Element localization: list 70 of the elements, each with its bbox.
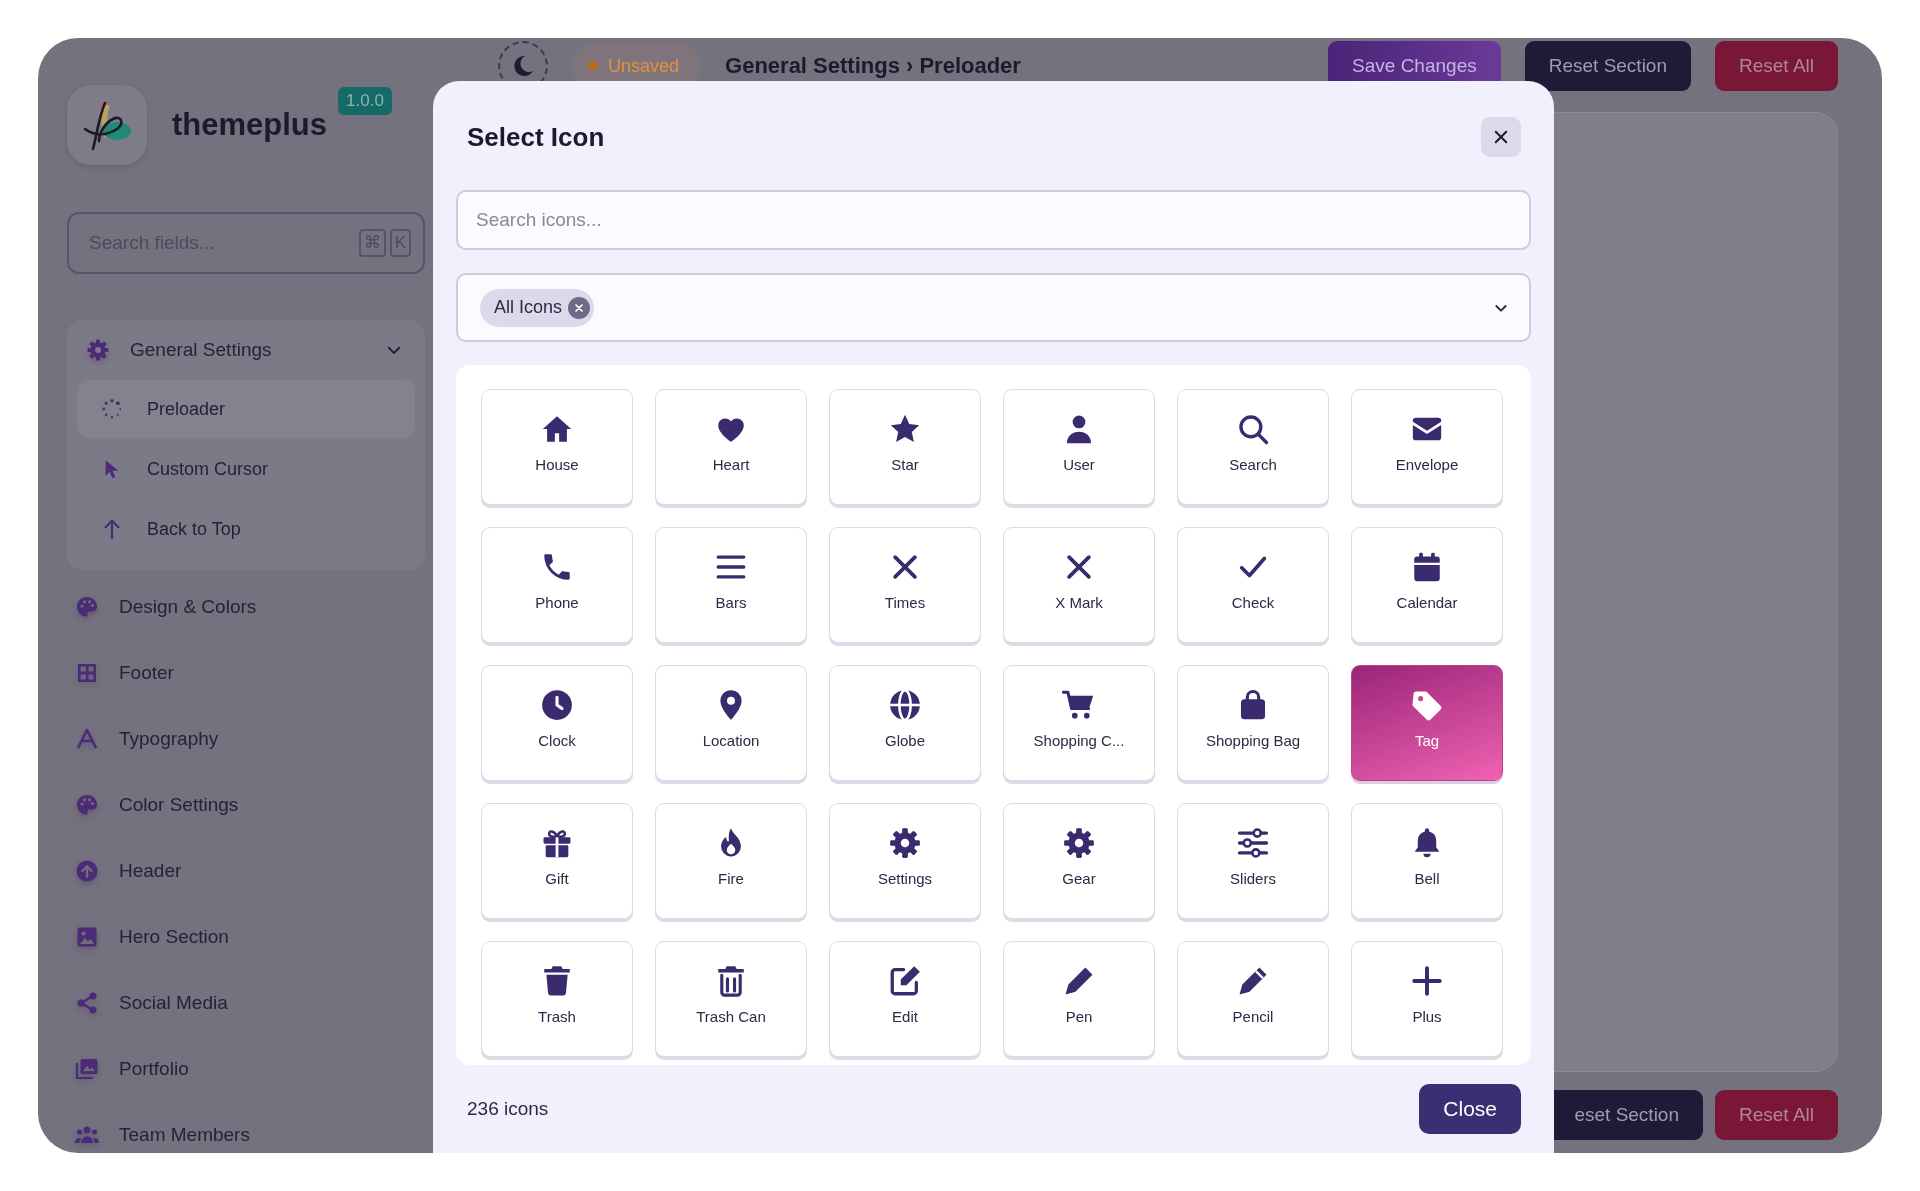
close-icon [573,301,586,314]
icon-option[interactable]: Phone [481,527,633,643]
icon-option[interactable]: Clock [481,665,633,781]
palette-icon [75,595,99,619]
icon-option[interactable]: Trash [481,941,633,1057]
nav-subitem-label: Preloader [147,398,226,420]
icon-option[interactable]: Bars [655,527,807,643]
icon-option[interactable]: Pen [1003,941,1155,1057]
icon-option[interactable]: X Mark [1003,527,1155,643]
icon-option[interactable]: Bell [1351,803,1503,919]
search-icon [1236,412,1270,446]
moon-icon [511,54,535,78]
grid-icon [75,661,99,685]
dialog-title: Select Icon [467,121,605,153]
nav-group-header[interactable]: General Settings [77,320,415,380]
settings-icon [1062,826,1096,860]
nav-subitem[interactable]: Custom Cursor [77,440,415,498]
settings-icon [888,826,922,860]
close-button[interactable] [1481,117,1521,157]
icon-option[interactable]: Shopping C... [1003,665,1155,781]
settings-icon [86,338,110,362]
category-select[interactable]: All Icons [456,273,1531,342]
icon-option[interactable]: Search [1177,389,1329,505]
icon-option[interactable]: Times [829,527,981,643]
typography-icon [75,727,99,751]
icon-option[interactable]: Heart [655,389,807,505]
icon-option[interactable]: Envelope [1351,389,1503,505]
icon-option[interactable]: Shopping Bag [1177,665,1329,781]
sliders-icon [1236,826,1270,860]
upload-circle-icon [75,859,99,883]
icon-option[interactable]: Calendar [1351,527,1503,643]
plus-icon [1410,964,1444,998]
nav-subitem[interactable]: Preloader [77,380,415,438]
close-icon [1492,128,1510,146]
share-icon [75,991,99,1015]
icon-option[interactable]: Globe [829,665,981,781]
remove-chip-button[interactable] [568,296,591,319]
clock-icon [540,688,574,722]
icon-option[interactable]: Tag [1351,665,1503,781]
palette-icon [75,793,99,817]
icon-option[interactable]: Gear [1003,803,1155,919]
icon-option[interactable]: Star [829,389,981,505]
icon-option[interactable]: Location [655,665,807,781]
edit-icon [888,964,922,998]
icon-option[interactable]: Trash Can [655,941,807,1057]
icon-option[interactable]: Gift [481,803,633,919]
version-badge: 1.0.0 [338,87,392,115]
toolbar-button[interactable]: Reset Section [1524,41,1691,91]
filter-chip: All Icons [480,288,595,327]
images-icon [75,1057,99,1081]
spinner-icon [101,398,123,420]
icon-option[interactable]: Sliders [1177,803,1329,919]
icon-option[interactable]: House [481,389,633,505]
shortcut-key: ⌘ [358,229,386,257]
close-button[interactable]: Close [1419,1084,1521,1134]
breadcrumb: General Settings › Preloader [725,53,1022,79]
nav-subitem[interactable]: Back to Top [77,500,415,558]
nav-subitem-label: Custom Cursor [147,458,269,480]
icon-option[interactable]: Plus [1351,941,1503,1057]
icon-count: 236 icons [467,1098,549,1120]
globe-icon [888,688,922,722]
nav-subitem-label: Back to Top [147,518,241,540]
brand-name: themeplus [172,107,328,143]
image-icon [75,925,99,949]
icon-option[interactable]: User [1003,389,1155,505]
icon-option[interactable]: Settings [829,803,981,919]
icon-option[interactable]: Fire [655,803,807,919]
icon-option[interactable]: Check [1177,527,1329,643]
icon-option[interactable]: Edit [829,941,981,1057]
icon-option[interactable]: Pencil [1177,941,1329,1057]
